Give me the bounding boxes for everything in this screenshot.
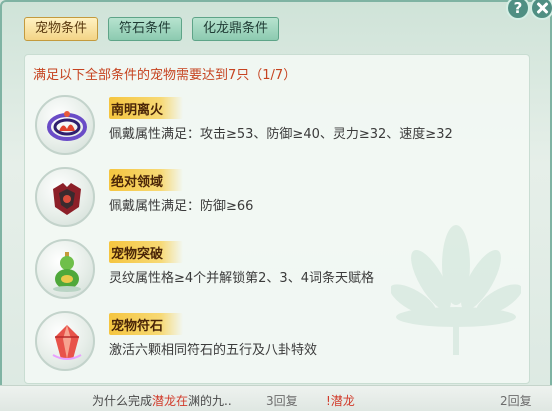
requirement-item: 宠物突破 灵纹属性格≥4个并解锁第2、3、4词条天赋格: [35, 239, 495, 305]
tab-rune-conditions[interactable]: 符石条件: [108, 17, 183, 41]
forum-post-link[interactable]: !潜龙: [326, 392, 355, 409]
post-title-highlight: 潜龙在: [152, 394, 189, 408]
gourd-icon: [35, 239, 95, 299]
requirement-description: 激活六颗相同符石的五行及八卦特效: [109, 343, 318, 358]
dialog-frame: ? 宠物条件 符石条件 化龙鼎条件 满足以下全部条件的宠物需要达到7只（1/7）: [0, 0, 552, 411]
forum-ticker: 为什么完成潜龙在渊的九.. 3回复 !潜龙 2回复: [0, 385, 552, 411]
requirement-item: 宠物符石 激活六颗相同符石的五行及八卦特效: [35, 311, 495, 377]
tab-pet-conditions[interactable]: 宠物条件: [24, 17, 99, 41]
fire-ring-icon: [35, 95, 95, 155]
crystal-icon: [35, 311, 95, 371]
requirement-name: 宠物符石: [109, 313, 184, 335]
reply-count: 3回复: [266, 394, 298, 408]
reply-count: 2回复: [500, 394, 532, 408]
requirement-name: 宠物突破: [109, 241, 184, 263]
tab-bar: 宠物条件 符石条件 化龙鼎条件: [24, 17, 280, 41]
requirement-name: 绝对领域: [109, 169, 184, 191]
requirement-item: 绝对领域 佩戴属性满足：防御≥66: [35, 167, 495, 233]
requirement-description: 佩戴属性满足：攻击≥53、防御≥40、灵力≥32、速度≥32: [109, 127, 453, 142]
help-button[interactable]: ?: [506, 0, 530, 20]
post-title-prefix: 为什么完成: [92, 394, 153, 408]
tab-dragon-cauldron-conditions[interactable]: 化龙鼎条件: [192, 17, 280, 41]
conditions-summary: 满足以下全部条件的宠物需要达到7只（1/7）: [33, 68, 297, 83]
armor-icon: [35, 167, 95, 227]
conditions-panel: 满足以下全部条件的宠物需要达到7只（1/7） 南明离火 佩戴属性满足：攻击≥53…: [24, 54, 530, 384]
requirement-item: 南明离火 佩戴属性满足：攻击≥53、防御≥40、灵力≥32、速度≥32: [35, 95, 495, 161]
requirement-name: 南明离火: [109, 97, 184, 119]
forum-post-link[interactable]: 为什么完成潜龙在渊的九..: [92, 392, 232, 409]
requirement-description: 佩戴属性满足：防御≥66: [109, 199, 254, 214]
requirement-description: 灵纹属性格≥4个并解锁第2、3、4词条天赋格: [109, 271, 374, 286]
close-button[interactable]: [530, 0, 552, 20]
post-title-suffix: 渊的九..: [188, 394, 232, 408]
